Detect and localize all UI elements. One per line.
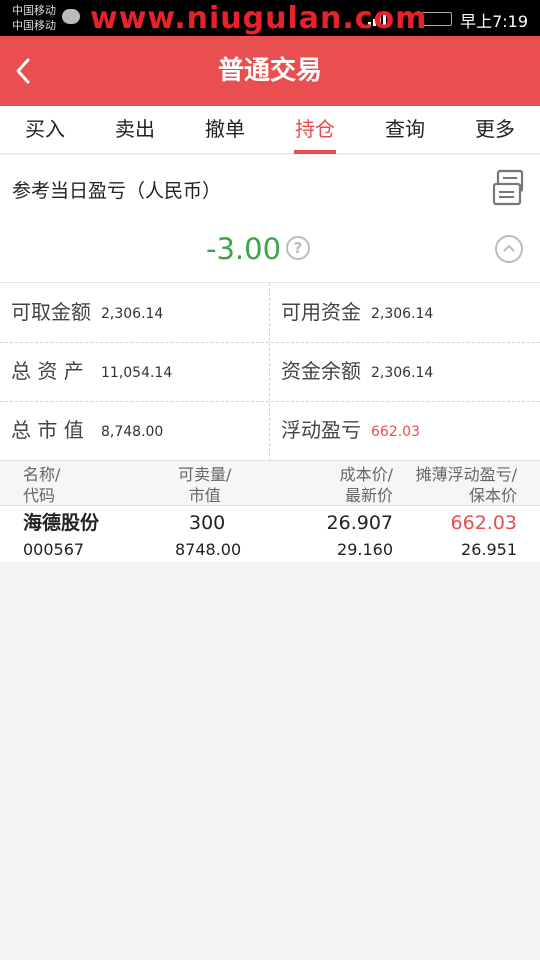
- floating-profit-value: 662.03: [371, 424, 420, 440]
- fund-balance: 资金余额 2,306.14: [270, 342, 540, 401]
- col-cost-latest: 成本价/ 最新价: [340, 464, 393, 506]
- fund-balance-value: 2,306.14: [371, 365, 434, 381]
- floating-profit: 浮动盈亏 662.03: [270, 401, 540, 460]
- tab-positions[interactable]: 持仓: [270, 106, 360, 154]
- page-title: 普通交易: [217, 56, 322, 86]
- col-sellable-value: 可卖量/ 市值: [178, 464, 231, 506]
- status-bar: 中国移动 中国移动 www.niugulan.com 早上7:19: [0, 0, 540, 36]
- table-row[interactable]: 海德股份 000567 300 8748.00 26.907 29.160 66…: [0, 506, 540, 562]
- carrier-info: 中国移动 中国移动: [12, 3, 56, 33]
- latest-price: 29.160: [337, 540, 393, 559]
- daily-profit-label: 参考当日盈亏（人民币）: [12, 180, 222, 202]
- daily-profit-value: -3.00: [206, 232, 282, 266]
- col-sellable: 可卖量/: [178, 465, 232, 484]
- total-assets: 总 资 产 11,054.14: [0, 342, 270, 401]
- statement-icon[interactable]: [492, 169, 526, 207]
- app-header: 普通交易: [0, 36, 540, 106]
- available-funds: 可用资金 2,306.14: [270, 283, 540, 342]
- tab-more[interactable]: 更多: [450, 106, 540, 153]
- carrier-1: 中国移动: [12, 4, 56, 17]
- col-market-value: 市值: [188, 486, 221, 505]
- total-market-value: 总 市 值 8,748.00: [0, 401, 270, 460]
- available-funds-label: 可用资金: [281, 300, 361, 324]
- watermark: www.niugulan.com: [90, 1, 428, 36]
- floating-profit-label: 浮动盈亏: [281, 418, 361, 442]
- withdrawable-amount-label: 可取金额: [11, 300, 91, 324]
- tab-sell[interactable]: 卖出: [90, 106, 180, 153]
- col-code: 代码: [23, 486, 56, 505]
- daily-profit-panel: 参考当日盈亏（人民币） -3.00 ?: [0, 155, 540, 282]
- col-profit-breakeven: 摊薄浮动盈亏/ 保本价: [416, 464, 517, 506]
- carrier-2: 中国移动: [12, 19, 56, 32]
- positions-table-header: 名称/ 代码 可卖量/ 市值 成本价/ 最新价 摊薄浮动盈亏/ 保本价: [0, 460, 540, 506]
- col-breakeven: 保本价: [468, 486, 517, 505]
- col-latest: 最新价: [344, 486, 393, 505]
- total-market-value-label: 总 市 值: [11, 418, 84, 442]
- collapse-icon[interactable]: [495, 235, 523, 263]
- total-assets-label: 总 资 产: [11, 359, 84, 383]
- available-funds-value: 2,306.14: [371, 306, 434, 322]
- market-value: 8748.00: [175, 540, 242, 559]
- col-name-code: 名称/ 代码: [23, 464, 60, 506]
- total-market-value-value: 8,748.00: [101, 424, 164, 440]
- stock-code: 000567: [23, 540, 85, 559]
- col-name: 名称/: [23, 465, 61, 484]
- tab-buy[interactable]: 买入: [0, 106, 90, 153]
- col-float-profit: 摊薄浮动盈亏/: [415, 465, 517, 484]
- account-summary-grid: 可取金额 2,306.14 可用资金 2,306.14 总 资 产 11,054…: [0, 282, 540, 461]
- tab-cancel-order[interactable]: 撤单: [180, 106, 270, 153]
- withdrawable-amount: 可取金额 2,306.14: [0, 283, 270, 342]
- floating-profit-loss: 662.03: [450, 512, 517, 534]
- stock-name: 海德股份: [23, 512, 100, 534]
- sellable-quantity: 300: [189, 512, 226, 534]
- tab-bar: 买入 卖出 撤单 持仓 查询 更多: [0, 106, 540, 154]
- breakeven-price: 26.951: [461, 540, 517, 559]
- cost-price: 26.907: [326, 512, 393, 534]
- clock: 早上7:19: [460, 12, 528, 31]
- wechat-icon: [62, 9, 80, 24]
- tab-query[interactable]: 查询: [360, 106, 450, 153]
- col-cost: 成本价/: [339, 465, 393, 484]
- withdrawable-amount-value: 2,306.14: [101, 306, 164, 322]
- fund-balance-label: 资金余额: [281, 359, 361, 383]
- total-assets-value: 11,054.14: [101, 365, 173, 381]
- help-icon[interactable]: ?: [286, 236, 310, 260]
